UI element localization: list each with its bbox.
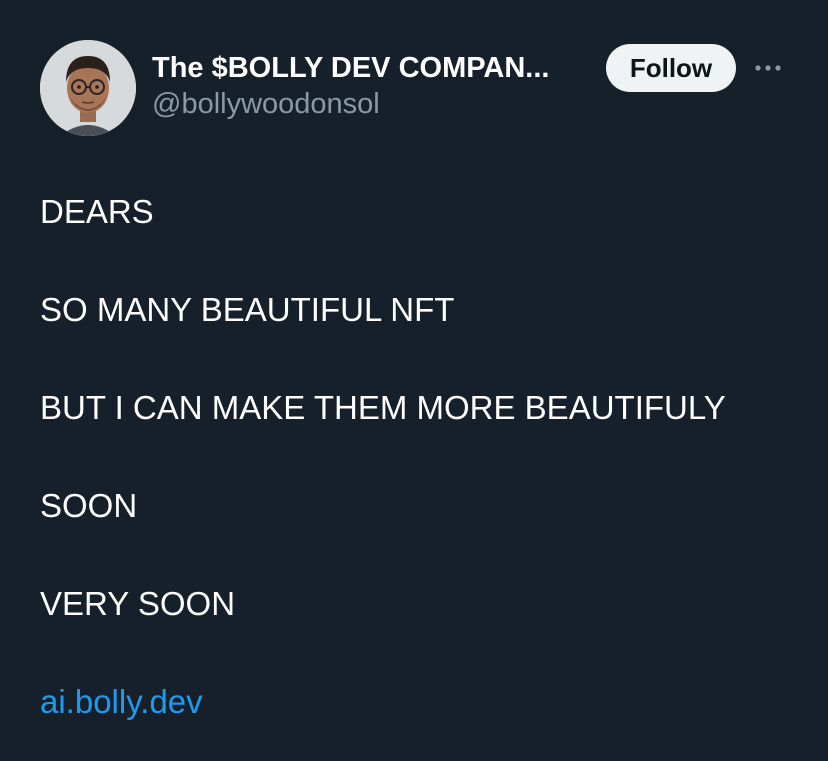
- tweet-link[interactable]: ai.bolly.dev: [40, 680, 203, 724]
- author-handle[interactable]: @bollywoodonsol: [152, 86, 592, 122]
- tweet-text-line: BUT I CAN MAKE THEM MORE BEAUTIFULY: [40, 389, 726, 426]
- avatar[interactable]: [40, 40, 136, 136]
- tweet-card: The $BOLLY DEV COMPAN... @bollywoodonsol…: [0, 0, 828, 761]
- tweet-header: The $BOLLY DEV COMPAN... @bollywoodonsol…: [40, 40, 800, 140]
- tweet-body: DEARS SO MANY BEAUTIFUL NFT BUT I CAN MA…: [40, 190, 800, 724]
- tweet-text-line: DEARS: [40, 193, 154, 230]
- avatar-image: [40, 40, 136, 136]
- author-names: The $BOLLY DEV COMPAN... @bollywoodonsol: [152, 50, 592, 122]
- tweet-text-line: SO MANY BEAUTIFUL NFT: [40, 291, 455, 328]
- tweet-text-line: VERY SOON: [40, 585, 236, 622]
- follow-button[interactable]: Follow: [606, 44, 736, 92]
- tweet-text-line: SOON: [40, 487, 138, 524]
- more-horizontal-icon[interactable]: [750, 54, 786, 82]
- author-display-name[interactable]: The $BOLLY DEV COMPAN...: [152, 50, 592, 86]
